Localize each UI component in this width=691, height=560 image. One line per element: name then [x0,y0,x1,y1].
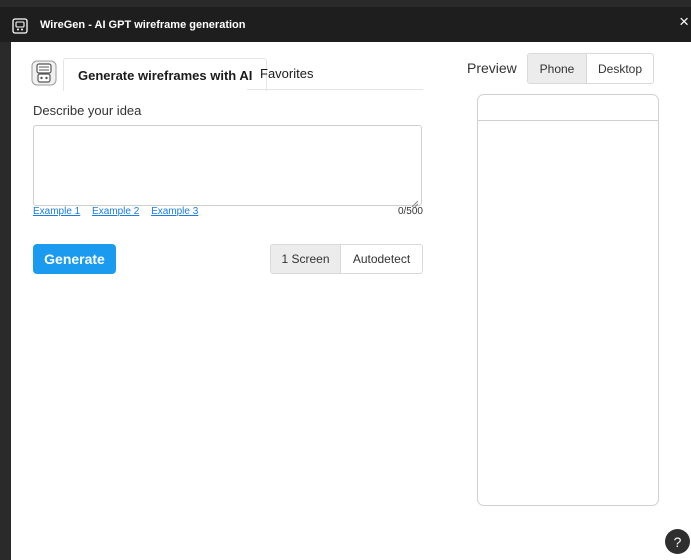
tab-generate-label: Generate wireframes with AI [78,67,253,83]
window-titlebar: WireGen - AI GPT wireframe generation × [0,0,691,42]
window-title: WireGen - AI GPT wireframe generation [40,19,246,31]
help-label: ? [673,533,682,550]
example-1-link[interactable]: Example 1 [33,206,80,217]
left-window-edge [0,42,11,560]
close-icon[interactable]: × [679,13,689,30]
one-screen-option[interactable]: 1 Screen [271,245,341,273]
help-icon[interactable]: ? [665,529,690,554]
phone-option[interactable]: Phone [528,54,587,83]
generate-button[interactable]: Generate [33,244,116,274]
idea-textarea[interactable] [33,125,422,208]
example-3-link[interactable]: Example 3 [151,206,198,217]
examples-links: Example 1 Example 2 Example 3 [33,206,207,217]
plugin-panel: Generate wireframes with AI Favorites De… [11,42,691,560]
phone-header-divider [478,120,658,121]
robot-plugin-icon [31,60,57,86]
phone-preview-frame [477,94,659,506]
desktop-option[interactable]: Desktop [587,54,653,83]
screen-mode-toggle: 1 Screen Autodetect [270,244,423,274]
autodetect-option[interactable]: Autodetect [341,245,422,273]
describe-label: Describe your idea [33,103,142,118]
tab-divider [247,89,423,90]
char-count: 0/500 [397,206,423,217]
preview-device-toggle: Phone Desktop [527,53,654,84]
resize-grip-icon[interactable] [411,195,419,208]
example-2-link[interactable]: Example 2 [92,206,139,217]
preview-label: Preview [467,60,517,76]
wiregen-app-icon [12,18,28,34]
tab-favorites[interactable]: Favorites [260,66,313,81]
tab-generate[interactable]: Generate wireframes with AI [63,58,268,91]
